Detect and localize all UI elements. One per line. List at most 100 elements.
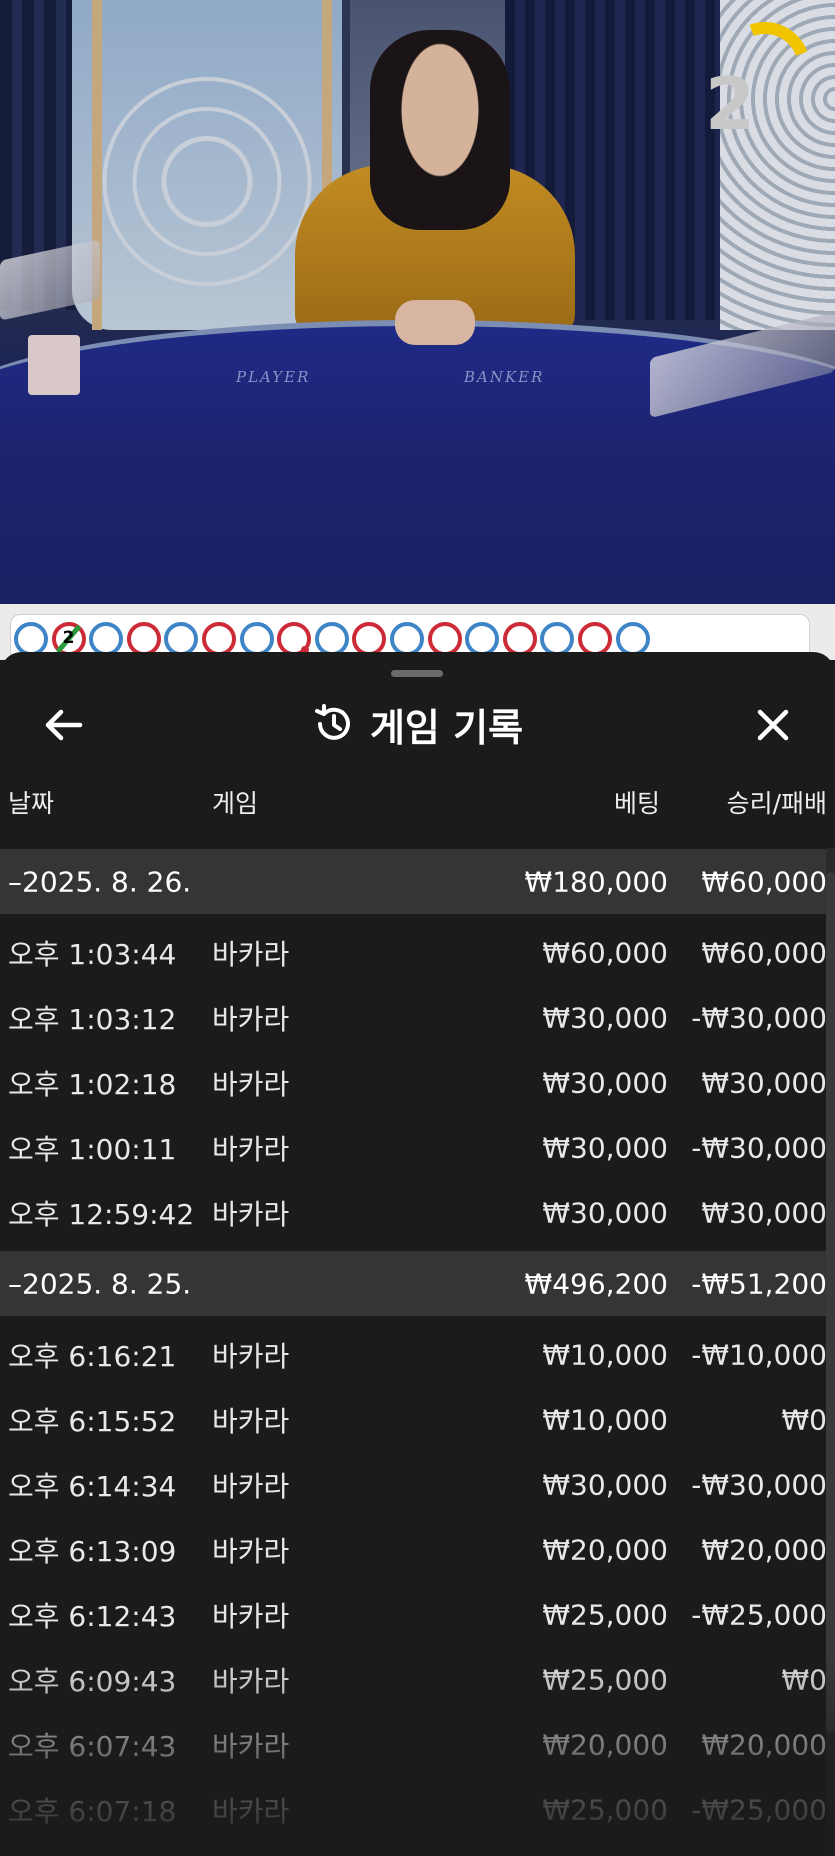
game-record-row[interactable]: 오후 6:13:09 바카라 ₩20,000 ₩20,000 [0,1517,827,1582]
game-record-row[interactable]: 오후 6:07:43 바카라 ₩20,000 ₩20,000 [0,1712,827,1777]
record-result: ₩30,000 [701,1066,827,1099]
record-game: 바카라 [212,1534,290,1568]
table-label-player: PLAYER [236,368,311,386]
record-result: -₩51,200 [691,1267,827,1300]
record-game: 바카라 [212,1197,290,1231]
column-header-result: 승리/패배 [726,789,827,818]
record-result: -₩30,000 [691,1131,827,1164]
history-icon [314,704,350,740]
record-bet: ₩496,200 [524,1267,668,1300]
panel-header: 게임 기록 [0,696,835,752]
column-header-bet: 베팅 [613,789,660,818]
dealer-hands [395,300,475,345]
game-record-row[interactable]: 오후 1:03:12 바카라 ₩30,000 -₩30,000 [0,985,827,1050]
record-time: 오후 6:14:34 [8,1469,177,1503]
record-game: 바카라 [212,1002,290,1036]
record-time: 오후 12:59:42 [8,1197,195,1231]
record-time: 오후 1:02:18 [8,1067,177,1101]
record-game: 바카라 [212,1132,290,1166]
record-game: 바카라 [212,937,290,971]
record-bet: ₩20,000 [542,1728,668,1761]
record-game: 바카라 [212,1469,290,1503]
record-bet: ₩30,000 [542,1001,668,1034]
day-summary-row[interactable]: –2025. 8. 25. ₩496,200 -₩51,200 [0,1251,827,1316]
record-bet: ₩60,000 [542,936,668,969]
bead-banker [502,622,537,656]
close-icon [757,709,789,741]
game-record-row[interactable]: 오후 1:02:18 바카라 ₩30,000 ₩30,000 [0,1050,827,1115]
scrollbar-thumb[interactable] [826,872,835,1732]
record-game: 바카라 [212,1404,290,1438]
record-result: ₩20,000 [701,1728,827,1761]
game-record-row[interactable]: 오후 6:09:43 바카라 ₩25,000 ₩0 [0,1647,828,1712]
record-time: 오후 6:07:18 [8,1794,177,1828]
game-record-row[interactable]: 오후 1:03:44 바카라 ₩60,000 ₩60,000 [0,920,827,985]
record-bet: ₩30,000 [542,1196,668,1229]
record-game: 바카라 [212,1339,290,1373]
bead-banker [427,622,462,656]
record-game: 바카라 [212,1664,290,1698]
column-header-game: 게임 [212,789,259,818]
record-time: 오후 1:03:12 [8,1002,177,1036]
bead-banker [578,622,612,656]
record-game: 바카라 [212,1599,290,1633]
record-result: ₩20,000 [701,1533,827,1566]
record-result: ₩0 [781,1663,828,1696]
bead-number: 2 [62,628,75,648]
record-time: 오후 6:07:43 [8,1729,177,1763]
drag-handle[interactable] [391,670,443,677]
day-summary-row[interactable]: –2025. 8. 26. ₩180,000 ₩60,000 [0,849,827,914]
record-bet: ₩25,000 [542,1793,668,1826]
record-time: 오후 1:00:11 [8,1132,177,1166]
record-game: 바카라 [212,1794,290,1828]
bead-banker: 2 [51,622,86,656]
record-result: -₩25,000 [691,1793,827,1826]
bead-player [314,622,349,656]
record-bet: ₩10,000 [542,1403,668,1436]
game-record-row[interactable]: 오후 6:07:18 바카라 ₩25,000 -₩25,000 [0,1777,827,1842]
record-time: 오후 6:15:52 [8,1404,177,1438]
record-result: -₩30,000 [691,1468,827,1501]
record-bet: ₩30,000 [542,1468,668,1501]
column-header-date: 날짜 [8,789,55,818]
record-bet: ₩30,000 [542,1131,668,1164]
discard-tray [28,335,80,395]
record-game: 바카라 [212,1067,290,1101]
day-date: –2025. 8. 26. [8,865,192,898]
game-record-row[interactable]: 오후 6:15:52 바카라 ₩10,000 ₩0 [0,1387,827,1452]
record-result: -₩25,000 [691,1598,827,1631]
record-result: ₩60,000 [701,936,827,969]
bead-player [390,622,424,656]
game-record-row[interactable]: 오후 12:59:42 바카라 ₩30,000 ₩30,000 [0,1180,827,1245]
record-bet: ₩25,000 [542,1598,668,1631]
game-record-row[interactable]: 오후 6:12:43 바카라 ₩25,000 -₩25,000 [0,1582,827,1647]
game-record-row[interactable]: 오후 1:00:11 바카라 ₩30,000 -₩30,000 [0,1115,827,1180]
bead-player [239,622,274,656]
record-time: 오후 6:09:43 [8,1664,177,1698]
record-game: 바카라 [212,1729,290,1763]
record-time: 오후 6:16:21 [8,1339,177,1373]
countdown-number: 2 [704,62,756,146]
game-record-row[interactable]: 오후 6:14:34 바카라 ₩30,000 -₩30,000 [0,1452,827,1517]
close-button[interactable] [738,690,808,760]
bead-banker [126,622,161,656]
bead-player [14,622,48,656]
record-result: -₩10,000 [691,1338,827,1371]
record-result: -₩30,000 [691,1001,827,1034]
history-list: –2025. 8. 26. ₩180,000 ₩60,000 오후 1:03:44 바카… [0,849,828,1842]
bead-banker [202,622,236,656]
record-bet: ₩30,000 [542,1066,668,1099]
bead-player [465,622,500,656]
record-bet: ₩10,000 [542,1338,668,1371]
table-label-banker: BANKER [464,368,545,386]
bead-banker [277,622,312,656]
record-time: 오후 1:03:44 [8,937,177,971]
record-result: ₩60,000 [701,865,827,898]
record-bet: ₩180,000 [524,865,668,898]
record-result: ₩30,000 [701,1196,827,1229]
page-title: 게임 기록 [369,705,524,750]
game-record-row[interactable]: 오후 6:16:21 바카라 ₩10,000 -₩10,000 [0,1322,827,1387]
record-time: 오후 6:13:09 [8,1534,177,1568]
record-bet: ₩20,000 [542,1533,668,1566]
app-screen: PLAYER BANKER 2 2 게임 기록 날짜 게임 베팅 승리/패배 –… [0,0,835,1856]
